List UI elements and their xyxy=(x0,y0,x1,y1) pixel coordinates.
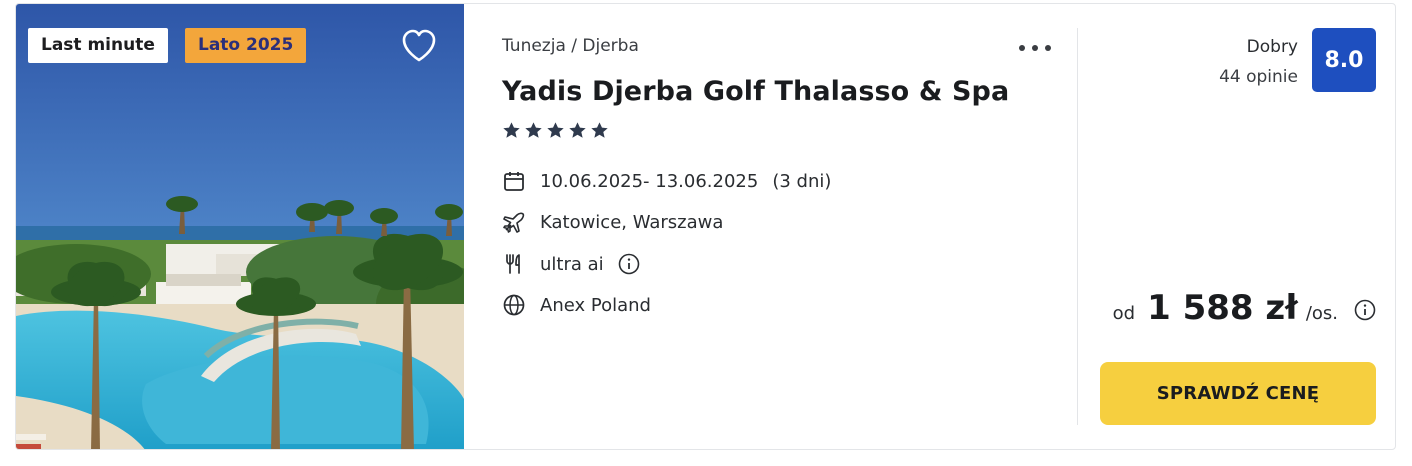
star-icon xyxy=(569,122,586,138)
heart-outline-icon xyxy=(402,29,436,62)
dates-row: 10.06.2025- 13.06.2025 (3 dni) xyxy=(502,169,831,193)
operator-row: Anex Poland xyxy=(502,293,651,317)
hotel-name[interactable]: Yadis Djerba Golf Thalasso & Spa xyxy=(502,76,1009,107)
departure-row: Katowice, Warszawa xyxy=(502,210,723,234)
board-row: ultra ai xyxy=(502,252,640,276)
price-per-person: /os. xyxy=(1305,303,1338,324)
price-info-icon[interactable] xyxy=(1354,299,1376,321)
rating-score-badge: 8.0 xyxy=(1312,28,1376,92)
trip-duration: (3 dni) xyxy=(772,170,832,192)
offer-details: Tunezja / Djerba Yadis Djerba Golf Thala… xyxy=(502,4,1062,449)
board-type: ultra ai xyxy=(540,253,604,275)
star-icon xyxy=(503,122,520,138)
tour-operator: Anex Poland xyxy=(540,294,651,316)
rating-label: Dobry xyxy=(1246,37,1298,57)
check-price-button[interactable]: SPRAWDŹ CENĘ xyxy=(1100,362,1376,425)
price-amount: 1 588 zł xyxy=(1147,288,1298,328)
star-icon xyxy=(547,122,564,138)
globe-icon xyxy=(502,293,526,317)
calendar-icon xyxy=(502,169,526,193)
price-prefix: od xyxy=(1112,303,1136,324)
star-icon xyxy=(525,122,542,138)
hotel-star-rating xyxy=(502,121,609,143)
rating-summary[interactable]: Dobry 44 opinie xyxy=(1219,32,1298,92)
favorite-button[interactable] xyxy=(399,26,439,66)
season-badge: Lato 2025 xyxy=(185,28,307,63)
star-icon xyxy=(591,122,608,138)
more-options-button[interactable] xyxy=(1017,40,1053,54)
offer-card[interactable]: Last minute Lato 2025 Tunezja / Djerba Y… xyxy=(15,3,1396,450)
column-divider xyxy=(1077,28,1078,425)
price-block: od 1 588 zł /os. xyxy=(1113,288,1376,332)
more-dots-icon xyxy=(1019,45,1025,51)
review-count: 44 opinie xyxy=(1219,67,1298,87)
plane-icon xyxy=(502,210,526,234)
travel-dates: 10.06.2025- 13.06.2025 xyxy=(540,170,759,192)
board-info-icon[interactable] xyxy=(618,253,640,275)
location-breadcrumb[interactable]: Tunezja / Djerba xyxy=(502,36,639,56)
departure-cities: Katowice, Warszawa xyxy=(540,211,724,233)
last-minute-badge: Last minute xyxy=(28,28,168,63)
hotel-photo[interactable]: Last minute Lato 2025 xyxy=(16,4,464,449)
cutlery-icon xyxy=(502,252,526,276)
more-dots-icon xyxy=(1045,45,1051,51)
more-dots-icon xyxy=(1032,45,1038,51)
hotel-photo-image xyxy=(16,4,464,449)
